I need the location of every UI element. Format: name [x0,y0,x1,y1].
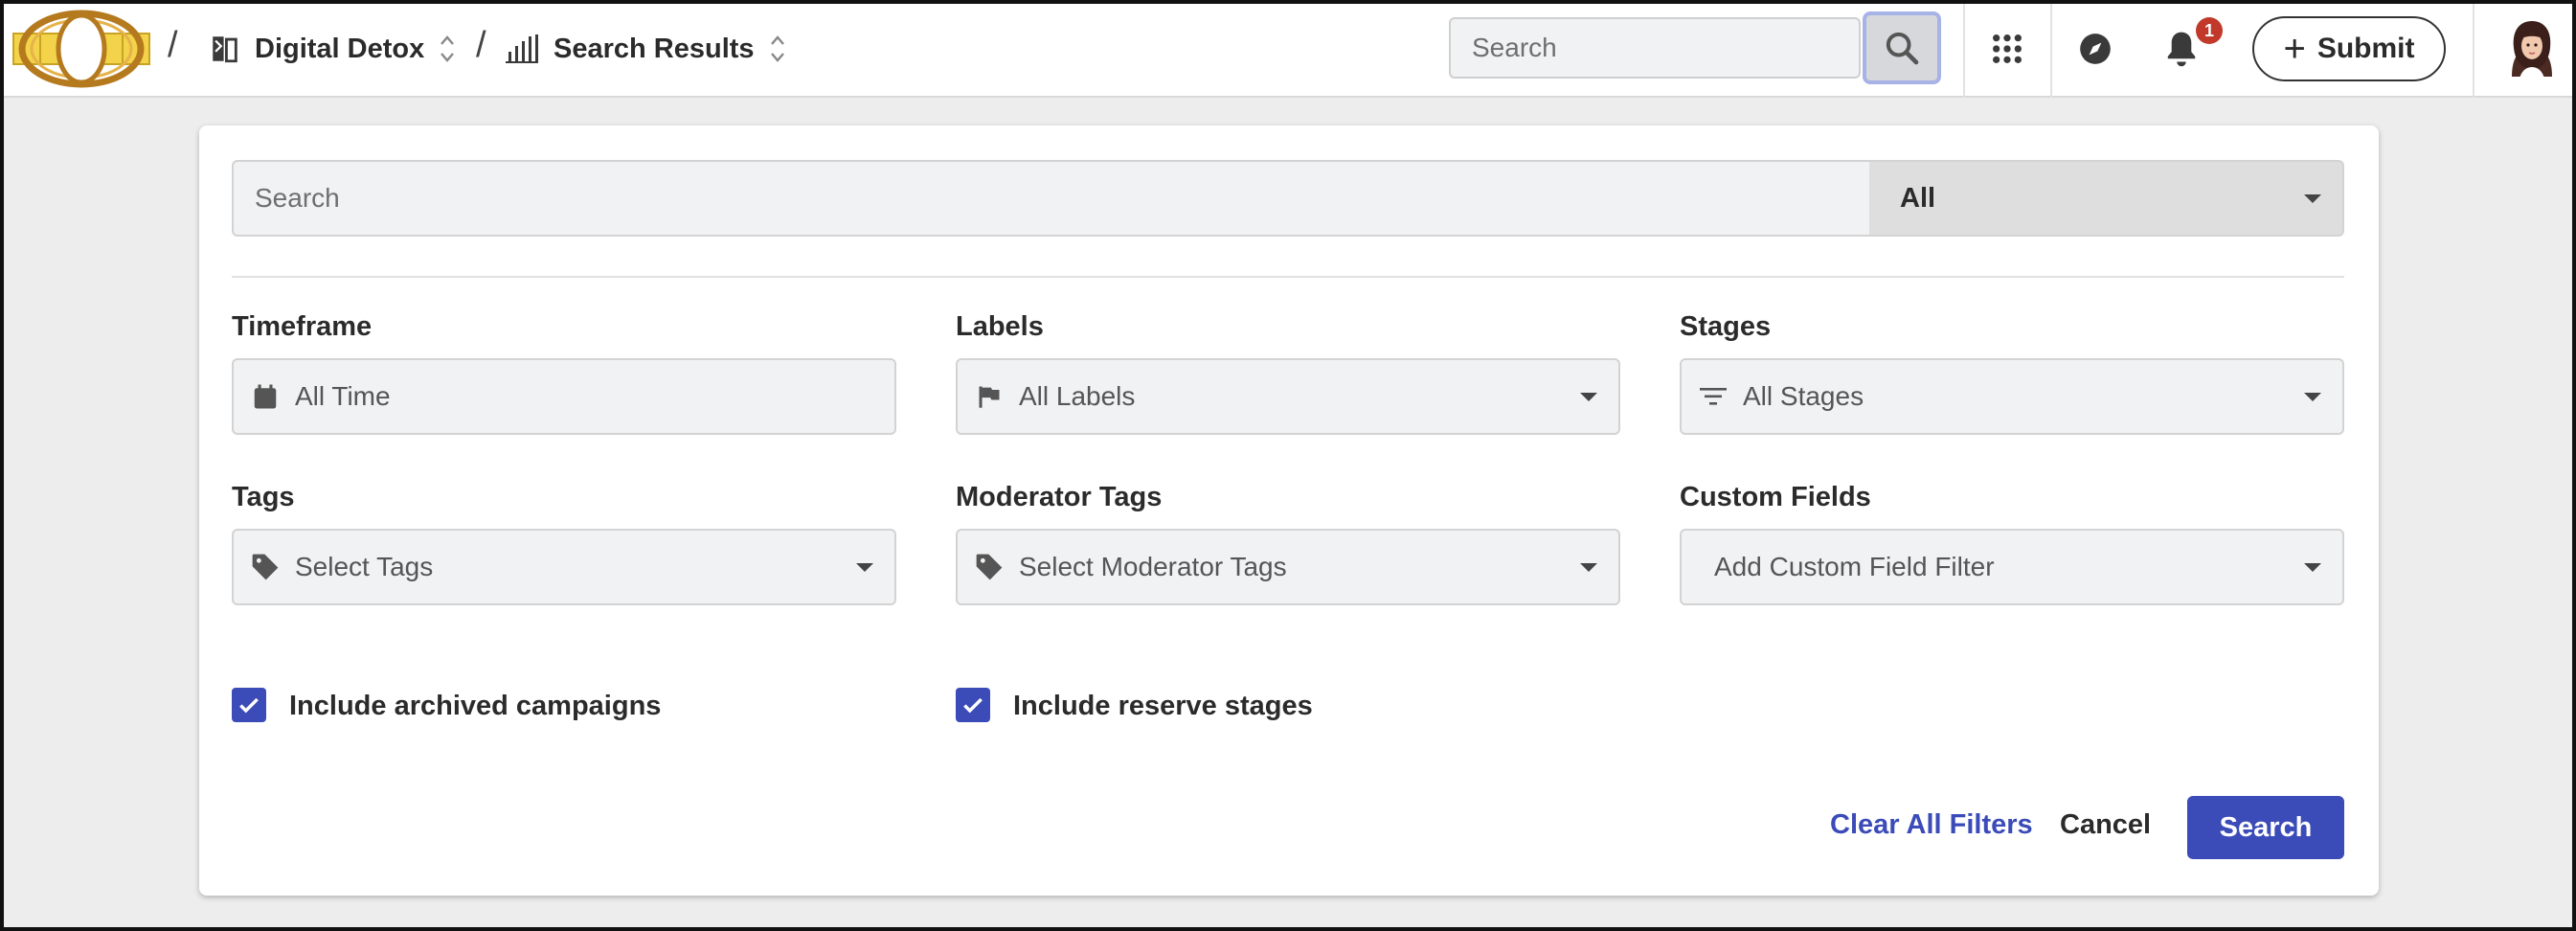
user-avatar[interactable] [2504,19,2560,79]
labels-value: All Labels [1019,381,1136,411]
breadcrumb-campaign-label: Digital Detox [255,33,425,64]
toolbar-divider [2050,0,2052,98]
brand-logo[interactable] [11,10,151,88]
section-divider [232,276,2344,278]
moderator-tags-select[interactable]: Select Moderator Tags [956,529,1620,605]
breadcrumb-campaign[interactable]: Digital Detox [209,23,457,75]
caret-down-icon [2304,194,2321,203]
search-filter-panel: All Timeframe Labels Stages All Time All… [199,125,2379,896]
toolbar-divider [2473,0,2474,98]
top-navigation-bar: / Digital Detox / Search Results Search … [0,0,2576,98]
moderator-tags-label: Moderator Tags [956,482,1163,512]
caret-down-icon [1580,563,1597,572]
timeframe-value: All Time [295,381,391,411]
global-search-button[interactable] [1863,11,1941,84]
search-icon [1886,32,1919,65]
checkmark-icon [963,697,983,714]
calendar-icon [249,380,282,413]
campaign-icon [213,36,237,63]
submit-button-label: Submit [2316,33,2415,64]
tags-label: Tags [232,482,295,512]
tags-value: Select Tags [295,552,434,581]
chevron-updown-icon[interactable] [768,33,787,65]
custom-field-select[interactable]: Add Custom Field Filter [1680,529,2344,605]
search-submit-button[interactable]: Search [2187,796,2344,859]
clear-all-filters-link[interactable]: Clear All Filters [1830,809,2033,841]
stages-label: Stages [1680,311,1772,342]
labels-select[interactable]: All Labels [956,358,1620,435]
toolbar-divider [1963,0,1965,98]
caret-down-icon [2304,393,2321,401]
flag-icon [973,380,1006,413]
submit-button[interactable]: + Submit [2252,16,2446,81]
moderator-tags-value: Select Moderator Tags [1019,552,1287,581]
notification-badge: 1 [2196,17,2223,44]
tag-icon [973,551,1006,583]
breadcrumb-search-results[interactable]: Search Results [504,23,787,75]
plus-icon: + [2283,28,2306,70]
stages-select[interactable]: All Stages [1680,358,2344,435]
timeframe-label: Timeframe [232,311,373,342]
checkmark-icon [239,697,259,714]
filter-lines-icon [1697,380,1729,413]
tags-select[interactable]: Select Tags [232,529,896,605]
caret-down-icon [1580,393,1597,401]
custom-fields-label: Custom Fields [1680,482,1871,512]
caret-down-icon [2304,563,2321,572]
include-archived-label[interactable]: Include archived campaigns [289,691,661,722]
caret-down-icon [856,563,873,572]
breadcrumb-separator: / [168,25,178,65]
custom-fields-value: Add Custom Field Filter [1714,552,1995,581]
bar-chart-icon [506,34,538,63]
compass-icon[interactable] [2073,27,2117,71]
include-archived-checkbox[interactable] [232,688,266,722]
tag-icon [249,551,282,583]
stages-value: All Stages [1743,381,1864,411]
chevron-updown-icon[interactable] [438,33,457,65]
search-scope-value: All [1900,182,1936,214]
breadcrumb-separator: / [476,25,486,65]
cancel-button[interactable]: Cancel [2060,809,2151,841]
include-reserve-label[interactable]: Include reserve stages [1013,691,1313,722]
breadcrumb-search-results-label: Search Results [554,33,755,64]
filter-search-input[interactable] [232,160,1869,237]
labels-label: Labels [956,311,1044,342]
global-search-input[interactable] [1449,17,1861,79]
search-scope-select[interactable]: All [1869,160,2344,237]
include-reserve-checkbox[interactable] [956,688,990,722]
apps-grid-icon[interactable] [1985,27,2029,71]
timeframe-select[interactable]: All Time [232,358,896,435]
